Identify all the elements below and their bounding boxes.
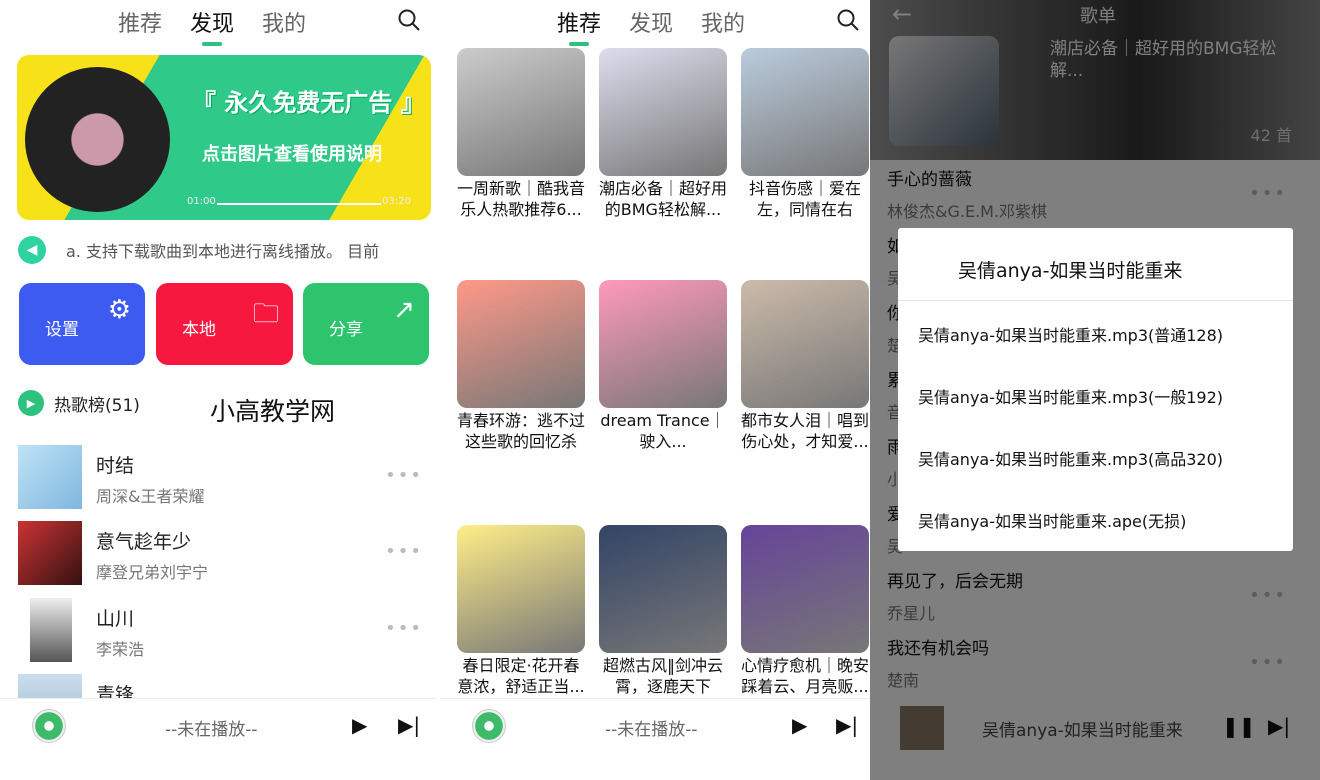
progress-bar — [217, 203, 381, 205]
top-tabs: 推荐 发现 我的 — [557, 6, 745, 46]
song-title: 山川 — [96, 608, 135, 630]
playlist-grid: 一周新歌｜酷我音乐人热歌推荐6... 潮店必备｜超好用的BMG轻松解... 抖音伤感… — [457, 48, 869, 750]
gear-icon: ⚙ — [107, 295, 131, 325]
notice-text: a. 支持下载歌曲到本地进行离线播放。 目前 — [66, 242, 380, 261]
hot-list-header[interactable]: ▶ 热歌榜(51) — [18, 390, 140, 416]
song-artist: 李荣浩 — [96, 640, 145, 659]
more-icon[interactable]: ••• — [385, 465, 423, 486]
discover-screen: 推荐 发现 我的 『 永久免费无广告 』 点击图片查看使用说明 01:00 03… — [0, 0, 437, 780]
playlist-card[interactable]: 抖音伤感｜爱在左，同情在右 — [741, 48, 869, 273]
disc-icon[interactable] — [472, 709, 506, 743]
banner-title: 『 永久免费无广告 』 — [192, 89, 425, 117]
playlist-cover — [599, 280, 727, 408]
song-item[interactable]: 山川李荣浩 ••• — [18, 598, 428, 668]
banner-subtitle: 点击图片查看使用说明 — [202, 144, 382, 165]
quality-option[interactable]: 吴倩anya-如果当时能重来.ape(无损) — [898, 487, 1293, 549]
share-label: 分享 — [329, 320, 363, 340]
local-label: 本地 — [182, 320, 216, 340]
quality-dialog: 吴倩anya-如果当时能重来 吴倩anya-如果当时能重来.mp3(普通128)… — [898, 228, 1293, 551]
mini-player: --未在播放-- ▶ ▶| — [0, 698, 437, 780]
tab-mine[interactable]: 我的 — [701, 6, 745, 38]
playlist-card[interactable]: dream Trance｜驶入... — [599, 280, 727, 505]
tab-recommend[interactable]: 推荐 — [557, 6, 601, 46]
playlist-title: 心情疗愈机｜晚安踩着云、月亮贩... — [741, 656, 870, 696]
song-title: 时结 — [96, 455, 135, 477]
next-icon[interactable]: ▶| — [836, 713, 858, 737]
playlist-cover — [599, 48, 727, 176]
dialog-title: 吴倩anya-如果当时能重来 — [898, 228, 1293, 301]
speaker-icon: ◀ — [18, 236, 46, 264]
mini-player: --未在播放-- ▶ ▶| — [440, 698, 870, 780]
settings-label: 设置 — [45, 320, 79, 340]
playlist-card[interactable]: 一周新歌｜酷我音乐人热歌推荐6... — [457, 48, 585, 273]
player-status: --未在播放-- — [605, 720, 698, 740]
search-icon[interactable] — [397, 8, 421, 32]
playlist-cover — [741, 280, 869, 408]
playlist-title: dream Trance｜驶入... — [600, 411, 726, 451]
play-icon: ▶ — [18, 390, 44, 416]
more-icon[interactable]: ••• — [385, 541, 423, 562]
song-artist: 周深&王者荣耀 — [96, 487, 205, 506]
quality-option[interactable]: 吴倩anya-如果当时能重来.mp3(普通128) — [898, 301, 1293, 363]
playlist-cover — [457, 48, 585, 176]
playlist-cover — [457, 525, 585, 653]
play-icon[interactable]: ▶ — [792, 713, 807, 737]
hot-list-label: 热歌榜(51) — [54, 395, 140, 416]
playlist-cover — [599, 525, 727, 653]
search-icon[interactable] — [836, 8, 860, 32]
song-artist: 摩登兄弟刘宇宁 — [96, 563, 209, 582]
recommend-screen: 推荐 发现 我的 一周新歌｜酷我音乐人热歌推荐6... 潮店必备｜超好用的BMG轻… — [440, 0, 870, 780]
song-item[interactable]: 意气趁年少摩登兄弟刘宇宁 ••• — [18, 521, 428, 591]
playlist-title: 春日限定·花开春意浓，舒适正当... — [457, 656, 585, 696]
playlist-title: 超燃古风‖剑冲云霄，逐鹿天下 — [602, 656, 723, 696]
song-title: 意气趁年少 — [96, 531, 192, 553]
playlist-cover — [741, 525, 869, 653]
more-icon[interactable]: ••• — [385, 618, 423, 639]
quality-option[interactable]: 吴倩anya-如果当时能重来.mp3(高品320) — [898, 425, 1293, 487]
playlist-card[interactable]: 潮店必备｜超好用的BMG轻松解... — [599, 48, 727, 273]
local-button[interactable]: 本地 🗀 — [156, 283, 293, 365]
tab-mine[interactable]: 我的 — [262, 6, 306, 38]
playlist-title: 青春环游：逃不过这些歌的回忆杀 — [457, 411, 586, 451]
settings-button[interactable]: 设置 ⚙ — [19, 283, 145, 365]
vinyl-image — [25, 67, 170, 212]
playlist-title: 一周新歌｜酷我音乐人热歌推荐6... — [457, 179, 586, 219]
folder-icon: 🗀 — [252, 299, 279, 329]
notice-bar: ◀ a. 支持下载歌曲到本地进行离线播放。 目前 — [18, 236, 418, 264]
share-icon: ↗ — [393, 295, 415, 325]
playlist-card[interactable]: 青春环游：逃不过这些歌的回忆杀 — [457, 280, 585, 505]
top-tabs: 推荐 发现 我的 — [118, 6, 306, 46]
tab-discover[interactable]: 发现 — [629, 6, 673, 38]
player-status: --未在播放-- — [165, 720, 258, 740]
watermark: 小高教学网 — [210, 397, 336, 426]
playlist-title: 都市女人泪｜唱到伤心处，才知爱... — [741, 411, 870, 451]
song-item[interactable]: 时结周深&王者荣耀 ••• — [18, 445, 428, 515]
playlist-card[interactable]: 都市女人泪｜唱到伤心处，才知爱... — [741, 280, 869, 505]
banner[interactable]: 『 永久免费无广告 』 点击图片查看使用说明 01:00 03:20 — [17, 55, 431, 220]
playlist-title: 潮店必备｜超好用的BMG轻松解... — [599, 179, 728, 219]
song-cover — [18, 445, 82, 509]
playlist-cover — [457, 280, 585, 408]
quality-option[interactable]: 吴倩anya-如果当时能重来.mp3(一般192) — [898, 363, 1293, 425]
share-button[interactable]: 分享 ↗ — [303, 283, 429, 365]
playlist-title: 抖音伤感｜爱在左，同情在右 — [748, 179, 861, 219]
song-cover — [18, 521, 82, 585]
disc-icon[interactable] — [32, 709, 66, 743]
song-cover — [30, 598, 72, 662]
tab-recommend[interactable]: 推荐 — [118, 6, 162, 38]
tab-discover[interactable]: 发现 — [190, 6, 234, 46]
time-end: 03:20 — [382, 196, 411, 207]
play-icon[interactable]: ▶ — [352, 713, 367, 737]
time-start: 01:00 — [187, 196, 216, 207]
next-icon[interactable]: ▶| — [398, 713, 420, 737]
playlist-detail-screen: ← 歌单 潮店必备｜超好用的BMG轻松解... 42 首 手心的蔷薇林俊杰&G.… — [870, 0, 1320, 780]
playlist-cover — [741, 48, 869, 176]
